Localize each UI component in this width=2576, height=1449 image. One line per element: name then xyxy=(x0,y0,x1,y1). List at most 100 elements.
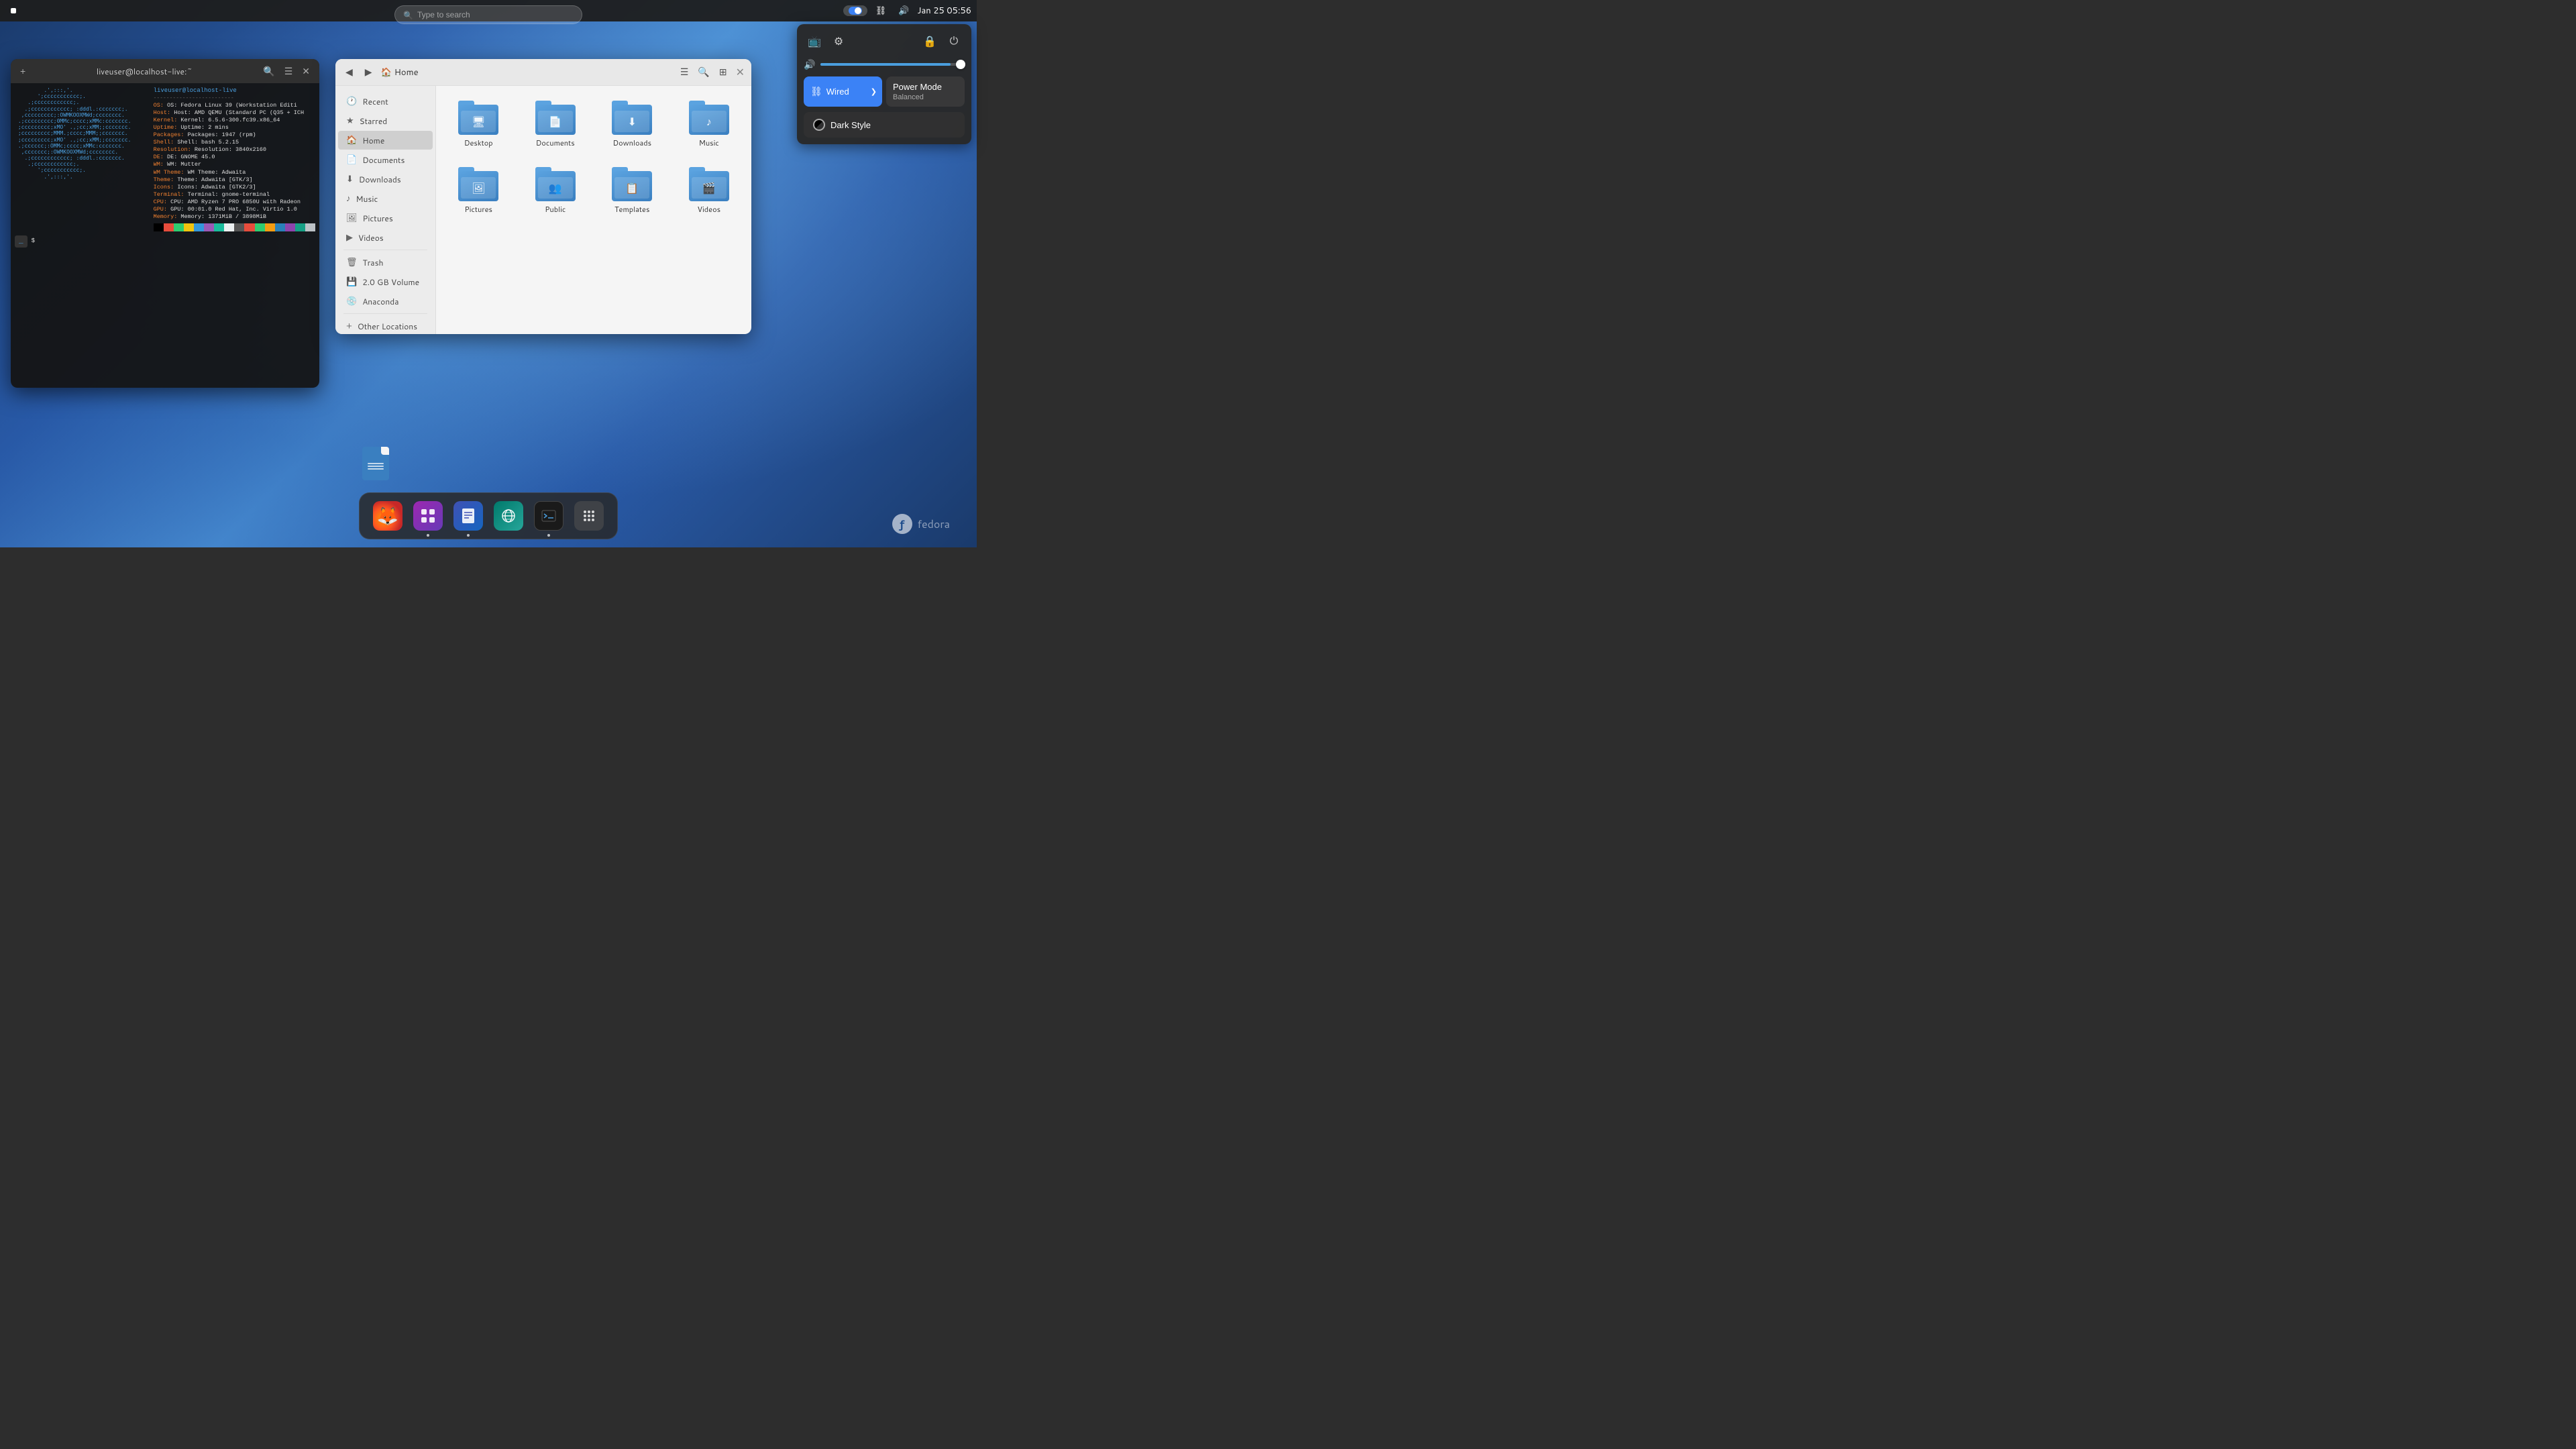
dock-item-firefox[interactable]: 🦊 xyxy=(370,498,405,533)
folder-public[interactable]: 👥 Public xyxy=(521,160,590,219)
folder-music-label: Music xyxy=(699,138,719,148)
terminal-add-tab-button[interactable]: + xyxy=(17,64,28,78)
network-power-row: ⛓ Wired ❯ Power Mode Balanced xyxy=(804,76,965,107)
dock-item-ftp[interactable] xyxy=(491,498,526,533)
volume-indicator[interactable]: 🔊 xyxy=(894,5,913,17)
power-button[interactable]: ⏻ xyxy=(943,31,965,52)
fm-menu-button[interactable]: ☰ xyxy=(677,65,692,79)
sidebar-item-recent[interactable]: 🕐 Recent xyxy=(338,92,433,111)
downloads-icon: ⬇ xyxy=(346,173,354,185)
sidebar-home-label: Home xyxy=(362,135,384,146)
term-host: Host: AMD QEMU (Standard PC (Q35 + ICH xyxy=(174,109,304,116)
fm-close-button[interactable]: ✕ xyxy=(736,66,745,79)
volume-fill xyxy=(820,63,950,66)
recent-icon: 🕐 xyxy=(346,95,357,107)
folder-pictures-icon: 🖼 xyxy=(458,164,498,201)
fm-main-content: 🖥 Desktop 📄 Documents ⬇ xyxy=(436,86,751,334)
fm-home-icon: 🏠 xyxy=(381,66,392,78)
folder-downloads[interactable]: ⬇ Downloads xyxy=(598,94,667,152)
desktop-file-icon[interactable] xyxy=(362,447,392,480)
activities-button[interactable] xyxy=(5,7,21,15)
dock-item-terminal[interactable] xyxy=(531,498,566,533)
ftp-icon xyxy=(494,501,523,531)
activities-indicator xyxy=(11,8,16,13)
search-bar[interactable]: 🔍 xyxy=(394,5,582,24)
lock-button[interactable]: 🔒 xyxy=(919,31,941,52)
search-input[interactable] xyxy=(417,10,574,19)
sidebar-item-home[interactable]: 🏠 Home xyxy=(338,131,433,150)
folder-documents[interactable]: 📄 Documents xyxy=(521,94,590,152)
sidebar-item-downloads[interactable]: ⬇ Downloads xyxy=(338,170,433,189)
term-terminal: Terminal: gnome-terminal xyxy=(188,191,270,198)
folder-downloads-icon: ⬇ xyxy=(612,98,652,135)
terminal-window-buttons: 🔍 ☰ ✕ xyxy=(260,64,313,78)
volume-drive-icon: 💾 xyxy=(346,276,357,288)
dock-item-app-grid[interactable] xyxy=(572,498,606,533)
sidebar-item-anaconda[interactable]: 💿 Anaconda xyxy=(338,292,433,311)
sidebar-item-starred[interactable]: ★ Starred xyxy=(338,111,433,130)
sidebar-trash-label: Trash xyxy=(363,257,384,268)
panel-icons-left: 📺 ⚙ xyxy=(804,31,849,52)
sidebar-anaconda-label: Anaconda xyxy=(362,296,398,307)
screen-share-button[interactable]: 📺 xyxy=(804,31,825,52)
pictures-icon: 🖼 xyxy=(346,212,358,224)
home-icon: 🏠 xyxy=(346,134,357,146)
dock-dot-terminal xyxy=(547,534,550,537)
terminal-body[interactable]: .',:::,'. ';ccccccccccc;. .;cccccccccccc… xyxy=(11,83,319,388)
trash-icon: 🗑 xyxy=(346,256,358,268)
sidebar-item-pictures[interactable]: 🖼 Pictures xyxy=(338,209,433,227)
sidebar-starred-label: Starred xyxy=(360,115,388,127)
sidebar-item-documents[interactable]: 📄 Documents xyxy=(338,150,433,169)
folder-videos-label: Videos xyxy=(697,204,720,215)
terminal-window[interactable]: + liveuser@localhost-live:~ 🔍 ☰ ✕ .',:::… xyxy=(11,59,319,388)
topbar-toggle[interactable] xyxy=(843,5,867,16)
file-manager-titlebar: ◀ ▶ 🏠 Home ☰ 🔍 ⊞ ✕ xyxy=(335,59,751,86)
terminal-search-button[interactable]: 🔍 xyxy=(260,64,277,78)
search-icon: 🔍 xyxy=(403,9,413,21)
wired-network-button[interactable]: ⛓ Wired ❯ xyxy=(804,76,882,107)
sidebar-item-volume[interactable]: 💾 2.0 GB Volume xyxy=(338,272,433,291)
music-icon: ♪ xyxy=(346,193,351,205)
sidebar-item-music[interactable]: ♪ Music xyxy=(338,189,433,208)
folder-desktop[interactable]: 🖥 Desktop xyxy=(444,94,513,152)
dark-style-label: Dark Style xyxy=(830,120,871,130)
folder-pictures[interactable]: 🖼 Pictures xyxy=(444,160,513,219)
term-de: DE: GNOME 45.0 xyxy=(167,154,215,160)
folder-public-label: Public xyxy=(545,204,566,215)
volume-slider[interactable] xyxy=(820,63,965,66)
terminal-menu-button[interactable]: ☰ xyxy=(282,64,296,78)
fm-search-button[interactable]: 🔍 xyxy=(694,65,712,79)
panel-icons-row: 📺 ⚙ 🔒 ⏻ xyxy=(804,31,965,52)
power-mode-button[interactable]: Power Mode Balanced xyxy=(886,76,965,107)
folder-pictures-label: Pictures xyxy=(464,204,492,215)
volume-knob[interactable] xyxy=(956,60,965,69)
sidebar-item-trash[interactable]: 🗑 Trash xyxy=(338,253,433,272)
fm-title-text: Home xyxy=(394,66,419,78)
file-manager-window[interactable]: ◀ ▶ 🏠 Home ☰ 🔍 ⊞ ✕ 🕐 Recent ★ Starred 🏠 xyxy=(335,59,751,334)
terminal-ascii-art: .',:::,'. ';ccccccccccc;. .;cccccccccccc… xyxy=(15,87,142,231)
sidebar-music-label: Music xyxy=(356,193,378,205)
sidebar-item-other-locations[interactable]: + Other Locations xyxy=(338,317,433,334)
term-memory: Memory: 1371MiB / 3898MiB xyxy=(180,213,266,220)
settings-button[interactable]: ⚙ xyxy=(828,31,849,52)
folder-documents-icon: 📄 xyxy=(535,98,576,135)
network-indicator[interactable]: ⛓ xyxy=(871,5,891,17)
fm-back-button[interactable]: ◀ xyxy=(342,65,356,79)
terminal-close-button[interactable]: ✕ xyxy=(299,64,313,78)
term-gpu: GPU: 00:01.0 Red Hat, Inc. Virtio 1.0 xyxy=(170,206,297,213)
terminal-titlebar: + liveuser@localhost-live:~ 🔍 ☰ ✕ xyxy=(11,59,319,83)
fm-view-button[interactable]: ⊞ xyxy=(716,65,731,79)
dark-style-button[interactable]: Dark Style xyxy=(804,112,965,138)
fm-forward-button[interactable]: ▶ xyxy=(362,65,376,79)
folder-music[interactable]: ♪ Music xyxy=(675,94,744,152)
folder-desktop-icon: 🖥 xyxy=(458,98,498,135)
file-lines xyxy=(368,463,384,470)
folder-templates[interactable]: 📋 Templates xyxy=(598,160,667,219)
power-mode-sub: Balanced xyxy=(893,93,924,101)
sidebar-item-videos[interactable]: ▶ Videos xyxy=(338,228,433,247)
dock-item-gnome-apps[interactable] xyxy=(411,498,445,533)
network-icon: ⛓ xyxy=(875,5,887,17)
term-cpu: CPU: AMD Ryzen 7 PRO 6850U with Radeon xyxy=(170,199,301,205)
folder-videos[interactable]: 🎬 Videos xyxy=(675,160,744,219)
dock-item-notes[interactable] xyxy=(451,498,486,533)
